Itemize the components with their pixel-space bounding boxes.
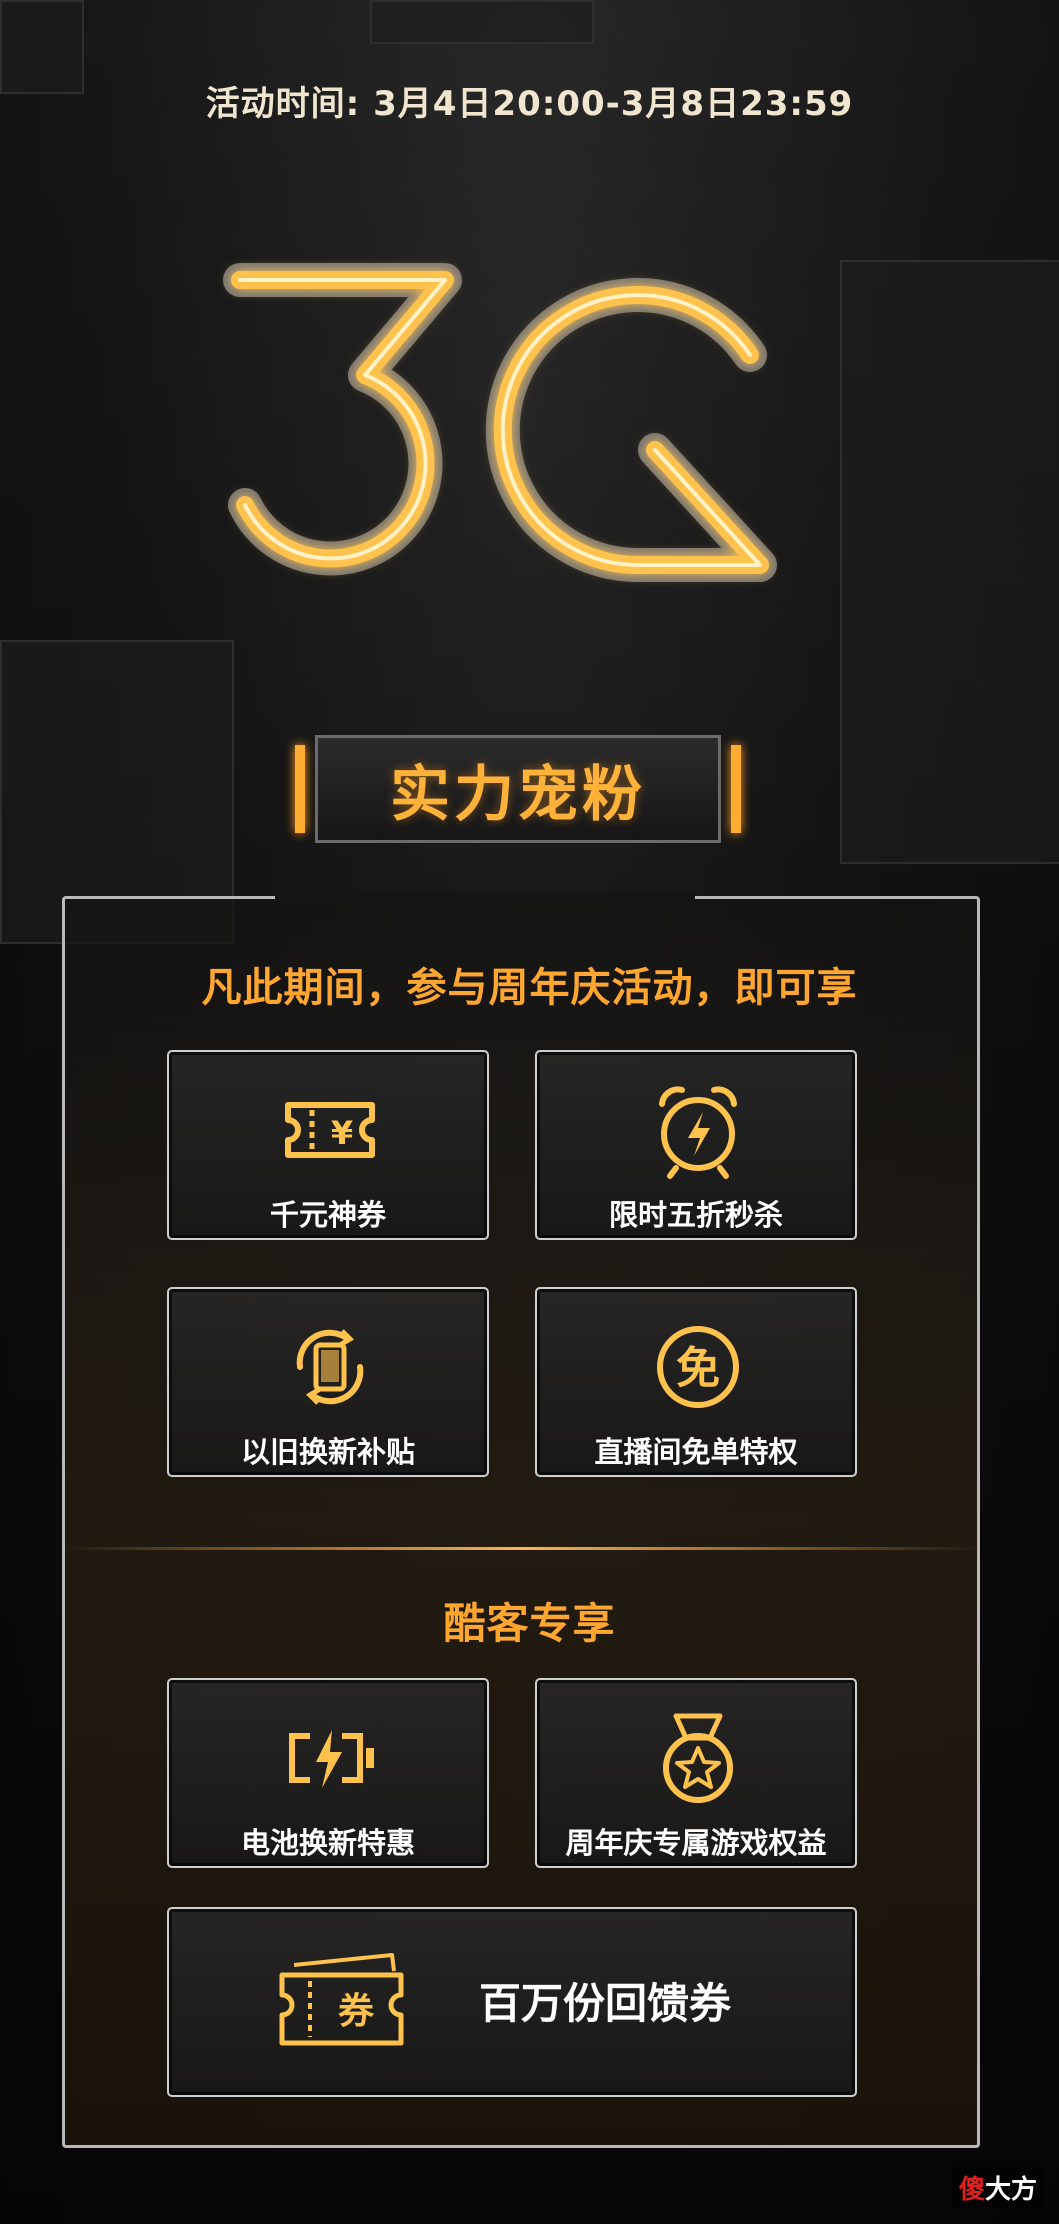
benefit-label: 千元神券 (269, 1198, 386, 1232)
benefit-card-trade-in[interactable]: 以旧换新补贴 (167, 1287, 489, 1477)
section1-heading: 凡此期间，参与周年庆活动，即可享 (201, 965, 858, 1011)
alarm-clock-lightning-icon (659, 1086, 737, 1179)
title-bracket-left (295, 745, 305, 833)
event-time: 活动时间: 3月4日20:00-3月8日23:59 (205, 84, 854, 124)
benefit-card-flash-sale[interactable]: 限时五折秒杀 (535, 1050, 857, 1240)
benefit-label: 周年庆专属游戏权益 (565, 1826, 827, 1860)
decor-panel (840, 260, 1059, 864)
benefit-label: 限时五折秒杀 (608, 1198, 783, 1232)
section-divider (62, 1547, 980, 1550)
decor-panel (370, 0, 594, 44)
benefit-card-voucher[interactable]: 券 百万份回馈券 (167, 1907, 857, 2097)
frame-notch (275, 892, 695, 900)
medal-star-icon (663, 1713, 733, 1803)
svg-text:免: 免 (676, 1343, 720, 1394)
section2-heading: 酷客专享 (443, 1599, 616, 1648)
coupon-yen-icon: ¥ (285, 1102, 375, 1158)
benefit-label: 电池换新特惠 (240, 1826, 415, 1860)
watermark-red: 傻 (958, 2175, 985, 2205)
watermark: 傻大方 (952, 2167, 1043, 2208)
benefit-label: 直播间免单特权 (594, 1435, 798, 1469)
benefit-card-coupon[interactable]: ¥ 千元神券 (167, 1050, 489, 1240)
free-badge-icon: 免 (657, 1326, 739, 1408)
benefit-label: 以旧换新补贴 (240, 1435, 415, 1469)
watermark-rest: 大方 (984, 2175, 1037, 2205)
page-title: 实力宠粉 (390, 759, 646, 830)
benefit-card-battery[interactable]: 电池换新特惠 (167, 1678, 489, 1868)
title-bracket-right (731, 745, 741, 833)
svg-text:¥: ¥ (331, 1114, 353, 1152)
3g-neon-logo (223, 263, 777, 582)
voucher-icon-text: 券 (338, 1991, 375, 2032)
phone-exchange-icon (296, 1329, 364, 1405)
benefit-label: 百万份回馈券 (479, 1979, 732, 2028)
battery-charge-icon (289, 1730, 374, 1788)
title-box: 实力宠粉 (315, 735, 721, 843)
benefit-card-free-order[interactable]: 免 直播间免单特权 (535, 1287, 857, 1477)
voucher-ticket-icon: 券 (279, 1953, 404, 2046)
benefit-card-game-rights[interactable]: 周年庆专属游戏权益 (535, 1678, 857, 1868)
